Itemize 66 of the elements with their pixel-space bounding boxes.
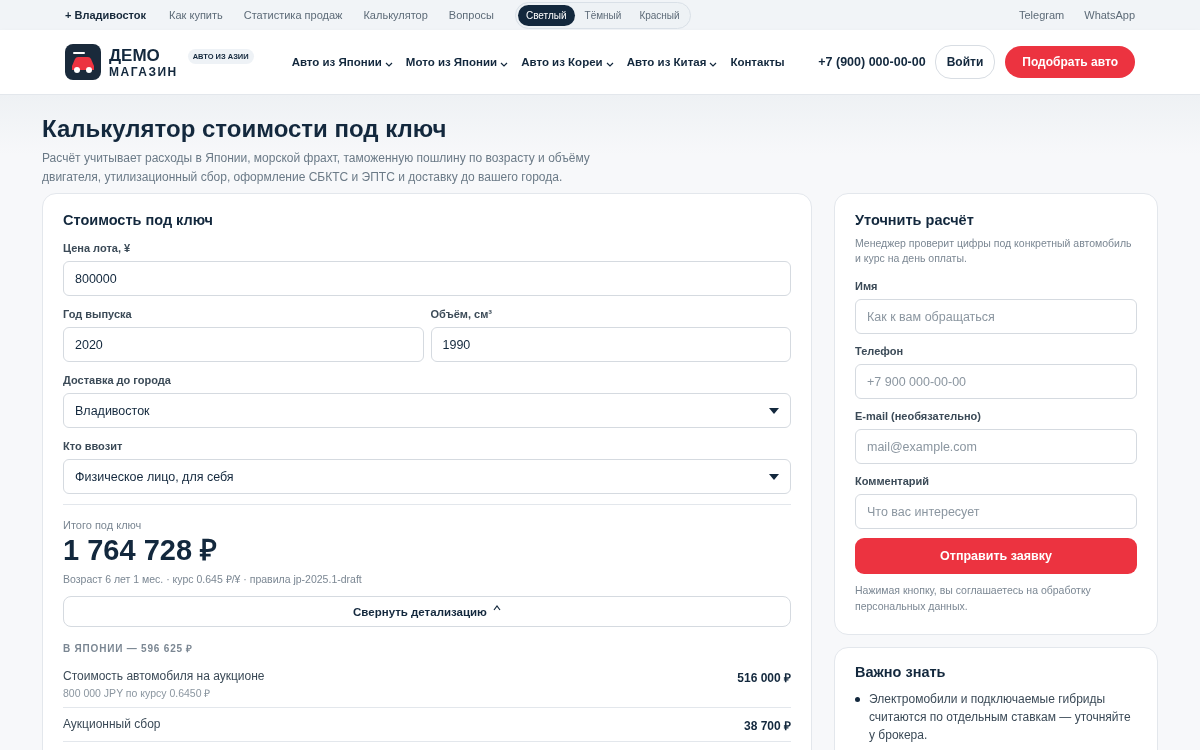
total-label: Итого под ключ (63, 519, 143, 531)
social-link[interactable]: WhatsApp (1084, 9, 1135, 21)
select-field[interactable]: Физическое лицо, для себя (63, 459, 791, 494)
field-label: Телефон (855, 345, 905, 358)
dropdown-arrow-icon (769, 473, 779, 480)
city-link[interactable]: + Владивосток (65, 9, 147, 21)
select-field[interactable]: Владивосток (63, 393, 791, 428)
chevron-down-icon (500, 62, 509, 68)
input-field[interactable]: Как к вам обращаться (855, 299, 1137, 334)
card-subtitle: Менеджер проверит цифры под конкретный автомобиль и курс на день оплаты. (855, 236, 1133, 266)
field-label: E-mail (необязательно) (855, 410, 982, 423)
toggle-details-button[interactable]: Свернуть детализацию (63, 596, 791, 627)
nav-link[interactable]: Мото из Японии (405, 56, 509, 68)
top-link[interactable]: Калькулятор (363, 9, 428, 21)
phone-number[interactable]: +7 (900) 000-00-00 (818, 55, 926, 69)
theme-option[interactable]: Тёмный (576, 4, 630, 26)
nav-link[interactable]: Контакты (730, 56, 785, 68)
caret-up-icon (492, 604, 501, 611)
field-label: Доставка до города (63, 374, 172, 387)
input-field[interactable]: 800000 (63, 261, 791, 296)
cost-amount: 516 000 ₽ (737, 670, 791, 686)
field-label: Год выпуска (63, 308, 133, 321)
consent-text: Нажимая кнопку, вы соглашаетесь на обработку персональных данных. (855, 583, 1092, 614)
card-title: Стоимость под ключ (63, 212, 214, 228)
card-title: Важно знать (855, 664, 947, 680)
chevron-down-icon (709, 62, 718, 68)
page-title: Калькулятор стоимости под ключ (42, 115, 448, 143)
section-heading: В ЯПОНИИ — 596 625 ₽ (63, 642, 195, 655)
login-button[interactable]: Войти (934, 45, 996, 79)
field-label: Имя (855, 280, 879, 293)
nav-link[interactable]: Авто из Китая (626, 56, 718, 68)
field-label: Цена лота, ¥ (63, 242, 132, 255)
field-label: Объём, см³ (430, 308, 493, 321)
nav-link[interactable]: Авто из Кореи (521, 56, 614, 68)
chevron-down-icon (384, 62, 393, 68)
bullet-icon (855, 697, 860, 702)
theme-option[interactable]: Красный (631, 4, 688, 26)
cost-amount: 38 700 ₽ (743, 718, 791, 734)
nav-link[interactable]: Авто из Японии (291, 56, 393, 68)
cost-note: 800 000 JPY по курсу 0.6450 ₽ (63, 686, 212, 700)
total-note: Возраст 6 лет 1 мес. · курс 0.645 ₽/¥ · правила jp-2025.1-draft (63, 572, 363, 586)
logo-text[interactable]: МАГАЗИН (109, 65, 178, 78)
field-label: Кто ввозит (63, 440, 124, 453)
cost-label: Стоимость автомобиля на аукционе (63, 669, 265, 683)
theme-option[interactable]: Светлый (517, 4, 575, 26)
page-subtitle: Расчёт учитывает расходы в Японии, морской фрахт, таможенную пошлину по возрасту и объёму двигателя, утилизационный сбор, оформление СБКТС и ЭПТС и доставку до вашего города. (42, 150, 591, 186)
car-logo-icon[interactable] (65, 44, 101, 80)
logo-text[interactable]: ДЕМО (109, 46, 178, 64)
input-field[interactable]: 2020 (63, 327, 424, 362)
social-link[interactable]: Telegram (1019, 9, 1065, 21)
dropdown-arrow-icon (769, 407, 779, 414)
field-label: Комментарий (855, 475, 931, 488)
top-link[interactable]: Вопросы (448, 9, 494, 21)
input-field[interactable]: 1990 (430, 327, 791, 362)
input-field[interactable]: mail@example.com (855, 429, 1137, 464)
total-amount: 1 764 728 ₽ (63, 533, 219, 567)
chevron-down-icon (605, 62, 614, 68)
pick-car-button[interactable]: Подобрать авто (1005, 46, 1135, 78)
input-field[interactable]: +7 900 000-00-00 (855, 364, 1137, 399)
card-title: Уточнить расчёт (855, 212, 975, 228)
info-bullet: Электромобили и подключаемые гибриды считаются по отдельным ставкам — уточняйте у брокера. (869, 691, 1132, 744)
top-link[interactable]: Как купить (169, 9, 223, 21)
input-field[interactable]: Что вас интересует (855, 494, 1137, 529)
top-link[interactable]: Статистика продаж (243, 9, 343, 21)
submit-button[interactable]: Отправить заявку (855, 538, 1137, 574)
cost-label: Аукционный сбор (63, 717, 161, 731)
